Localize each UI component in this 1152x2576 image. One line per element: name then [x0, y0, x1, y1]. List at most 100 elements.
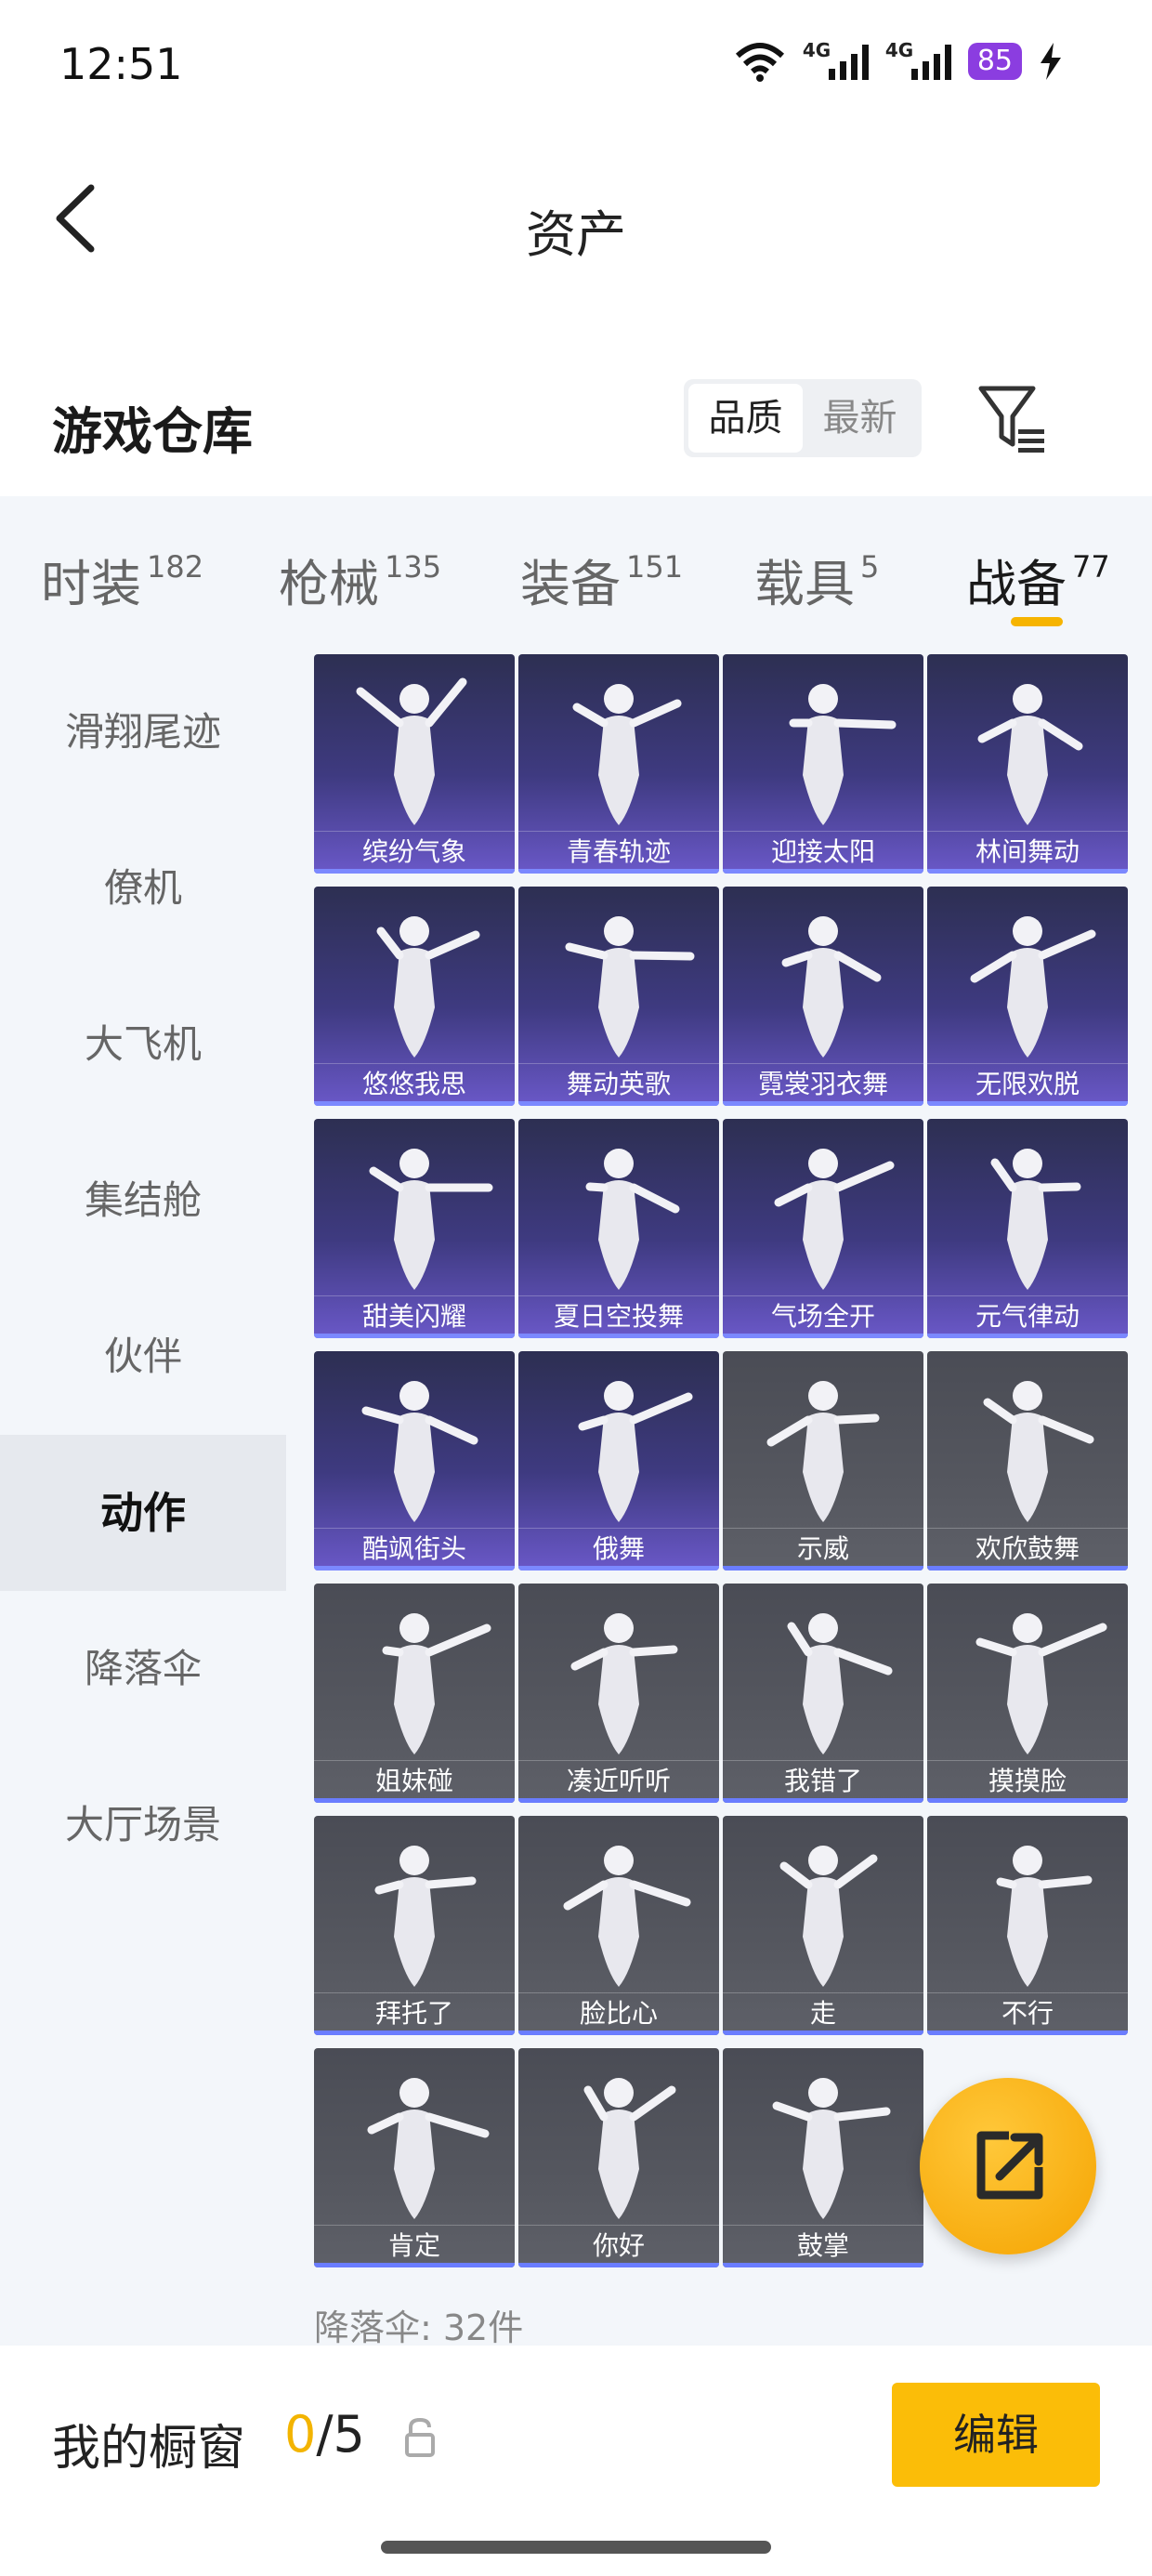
emote-card[interactable]: 凑近听听: [518, 1584, 719, 1803]
share-icon: [976, 2131, 1043, 2200]
emote-name: 林间舞动: [927, 831, 1128, 874]
emote-card[interactable]: 不行: [927, 1816, 1128, 2035]
emote-figure-icon: [970, 916, 1096, 1058]
network-type: 4G: [884, 39, 914, 61]
emote-card[interactable]: 你好: [518, 2048, 719, 2267]
emote-name: 鼓掌: [723, 2225, 923, 2267]
emote-card[interactable]: 我错了: [723, 1584, 923, 1803]
emote-card[interactable]: 俄舞: [518, 1351, 719, 1571]
emote-figure-icon: [583, 2078, 676, 2219]
share-button[interactable]: [920, 2078, 1096, 2254]
sidebar-item-lobby-scene[interactable]: 大厅场景: [0, 1747, 286, 1903]
emote-card[interactable]: 示威: [723, 1351, 923, 1571]
emote-card[interactable]: 走: [723, 1816, 923, 2035]
emote-card[interactable]: 欢欣鼓舞: [927, 1351, 1128, 1571]
rarity-bar: [314, 1101, 515, 1106]
emote-figure-icon: [996, 1846, 1093, 1987]
tab-fashion[interactable]: 时装 182: [41, 543, 203, 616]
signal-icon: 4G: [803, 39, 869, 80]
emote-figure-icon: [374, 1846, 477, 1987]
emote-card[interactable]: 迎接太阳: [723, 654, 923, 874]
emote-card[interactable]: 舞动英歌: [518, 887, 719, 1106]
rarity-bar: [314, 1334, 515, 1338]
emote-figure-icon: [367, 2078, 490, 2219]
filter-icon[interactable]: [977, 383, 1048, 453]
sidebar-item-glide-trail[interactable]: 滑翔尾迹: [0, 654, 286, 810]
emote-name: 缤纷气象: [314, 831, 515, 874]
emote-card[interactable]: 拜托了: [314, 1816, 515, 2035]
tab-weapons[interactable]: 枪械 135: [279, 543, 441, 616]
tab-combat-gear[interactable]: 战备 77: [966, 543, 1110, 616]
page-title: 资产: [526, 205, 626, 264]
rarity-bar: [927, 1798, 1128, 1803]
emote-card[interactable]: 脸比心: [518, 1816, 719, 2035]
emote-figure-icon: [563, 1846, 691, 1987]
emote-card[interactable]: 酷飒街头: [314, 1351, 515, 1571]
emote-figure-icon: [975, 1613, 1107, 1755]
home-indicator[interactable]: [381, 2541, 771, 2554]
rarity-bar: [518, 1798, 719, 1803]
rarity-bar: [927, 1566, 1128, 1571]
sort-newest-button[interactable]: 最新: [803, 384, 917, 453]
emote-figure-icon: [774, 1149, 895, 1290]
bottom-bar: 我的橱窗 0/5 编辑: [0, 2346, 1152, 2576]
sidebar-item-parachute[interactable]: 降落伞: [0, 1591, 286, 1747]
emote-card[interactable]: 无限欢脱: [927, 887, 1128, 1106]
emote-figure-icon: [578, 1381, 693, 1522]
emote-name: 脸比心: [518, 1992, 719, 2035]
emote-card[interactable]: 青春轨迹: [518, 654, 719, 874]
rarity-bar: [723, 1334, 923, 1338]
sort-quality-button[interactable]: 品质: [688, 384, 803, 453]
emote-figure-icon: [990, 1149, 1081, 1290]
next-section-label: 降落伞: 32件: [314, 2307, 524, 2346]
emote-card[interactable]: 摸摸脸: [927, 1584, 1128, 1803]
tab-label: 战备: [966, 555, 1067, 613]
sidebar-item-emotes[interactable]: 动作: [0, 1435, 286, 1591]
emote-name: 迎接太阳: [723, 831, 923, 874]
tab-count: 135: [385, 549, 442, 585]
emote-name: 悠悠我思: [314, 1063, 515, 1106]
rarity-bar: [314, 869, 515, 874]
sidebar-item-wingman[interactable]: 僚机: [0, 810, 286, 966]
sidebar-item-companion[interactable]: 伙伴: [0, 1279, 286, 1435]
tab-label: 枪械: [279, 555, 379, 613]
rarity-bar: [518, 869, 719, 874]
emote-card[interactable]: 悠悠我思: [314, 887, 515, 1106]
emote-card[interactable]: 姐妹碰: [314, 1584, 515, 1803]
rarity-bar: [723, 1566, 923, 1571]
emote-name: 摸摸脸: [927, 1760, 1128, 1803]
status-icons: 4G 4G 85: [734, 39, 1063, 82]
emote-card[interactable]: 气场全开: [723, 1119, 923, 1338]
rarity-bar: [314, 1798, 515, 1803]
sidebar-item-big-plane[interactable]: 大飞机: [0, 966, 286, 1123]
emote-name: 气场全开: [723, 1295, 923, 1338]
rarity-bar: [723, 2031, 923, 2035]
tab-equipment[interactable]: 装备 151: [520, 543, 683, 616]
emote-card[interactable]: 元气律动: [927, 1119, 1128, 1338]
battery-indicator: 85: [967, 43, 1022, 80]
emote-card[interactable]: 肯定: [314, 2048, 515, 2267]
tab-vehicles[interactable]: 载具 5: [754, 543, 879, 616]
emote-card[interactable]: 甜美闪耀: [314, 1119, 515, 1338]
status-time: 12:51: [59, 39, 183, 89]
rarity-bar: [518, 1101, 719, 1106]
emote-card[interactable]: 霓裳羽衣舞: [723, 887, 923, 1106]
tab-count: 77: [1072, 549, 1110, 585]
emote-card[interactable]: 夏日空投舞: [518, 1119, 719, 1338]
edit-button[interactable]: 编辑: [892, 2383, 1100, 2487]
emote-card[interactable]: 鼓掌: [723, 2048, 923, 2267]
sidebar-item-pod[interactable]: 集结舱: [0, 1123, 286, 1279]
tab-label: 载具: [754, 555, 855, 613]
emote-figure-icon: [779, 1846, 878, 1987]
emote-name: 拜托了: [314, 1992, 515, 2035]
emote-name: 不行: [927, 1992, 1128, 2035]
rarity-bar: [723, 1101, 923, 1106]
emote-card[interactable]: 缤纷气象: [314, 654, 515, 874]
emote-card[interactable]: 林间舞动: [927, 654, 1128, 874]
rarity-bar: [314, 1566, 515, 1571]
emote-name: 夏日空投舞: [518, 1295, 719, 1338]
tab-count: 151: [626, 549, 684, 585]
emote-figure-icon: [361, 1381, 478, 1522]
signal-icon: 4G: [885, 39, 951, 80]
emote-figure-icon: [772, 2078, 891, 2219]
